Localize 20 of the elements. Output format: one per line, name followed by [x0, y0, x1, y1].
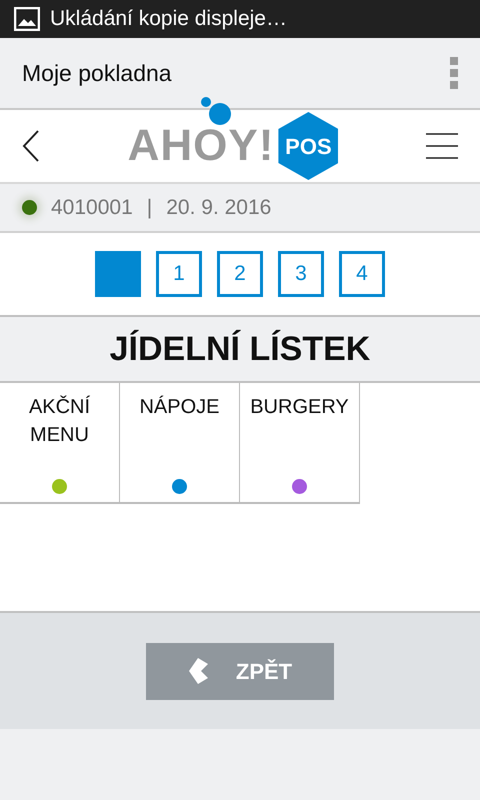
page-button[interactable]: 2	[217, 251, 263, 297]
back-icon[interactable]	[22, 130, 40, 162]
category-tile[interactable]: AKČNÍ MENU	[0, 383, 120, 504]
logo-badge: POS	[278, 112, 338, 180]
page-button[interactable]: 1	[156, 251, 202, 297]
notification-text: Ukládání kopie displeje…	[50, 6, 287, 32]
category-tile[interactable]: BURGERY	[240, 383, 360, 504]
menu-icon[interactable]	[426, 133, 458, 159]
date-text: 20. 9. 2016	[166, 194, 272, 221]
category-tile[interactable]: NÁPOJE	[120, 383, 240, 504]
chevron-left-icon	[188, 658, 210, 684]
section-title: JÍDELNÍ LÍSTEK	[110, 328, 370, 370]
logo-text: AHOY!	[128, 124, 274, 168]
page-button[interactable]: 4	[339, 251, 385, 297]
register-number: 4010001	[51, 194, 133, 221]
back-button[interactable]: ZPĚT	[146, 642, 334, 700]
app-title: Moje pokladna	[22, 58, 172, 88]
page-button[interactable]: 3	[278, 251, 324, 297]
image-icon	[14, 7, 40, 31]
separator: |	[146, 194, 152, 221]
